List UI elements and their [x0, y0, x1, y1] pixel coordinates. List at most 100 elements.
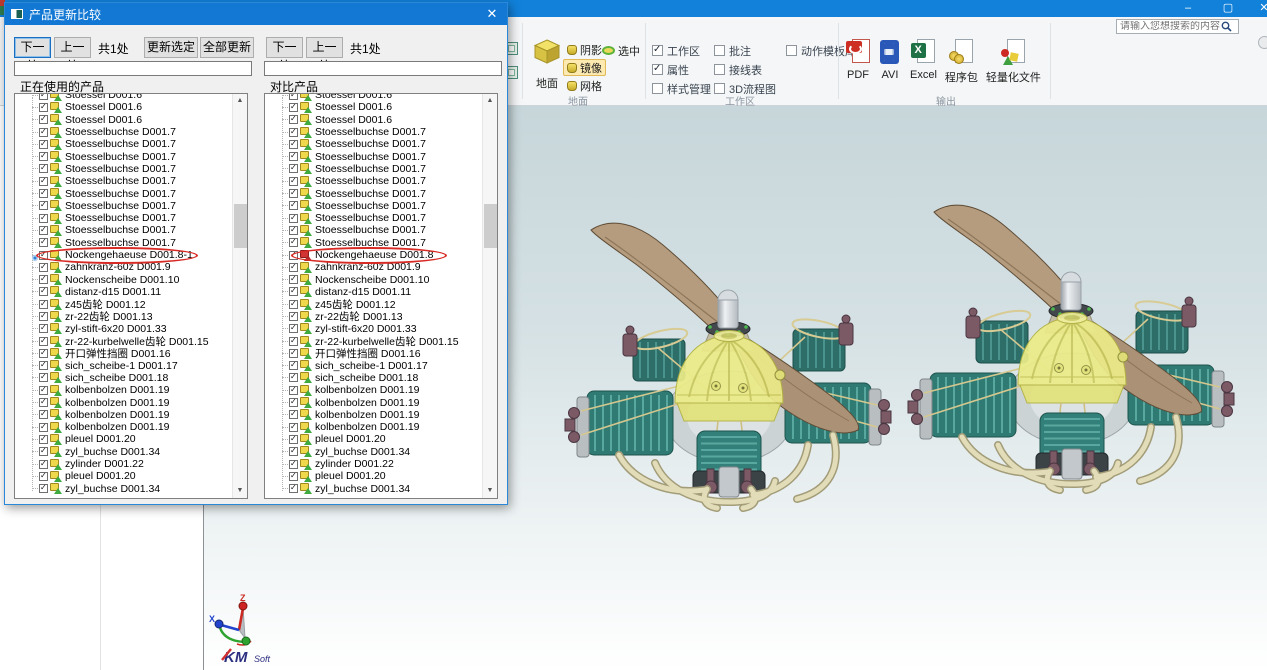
ground-small-button[interactable]: 网格	[563, 77, 606, 94]
workspace-checkbox[interactable]: 工作区	[652, 41, 714, 60]
item-checkbox[interactable]	[39, 373, 48, 382]
item-checkbox[interactable]	[289, 423, 298, 432]
output-button[interactable]: 轻量化文件	[982, 37, 1045, 95]
item-checkbox[interactable]	[39, 472, 48, 481]
scrollbar-left-list[interactable]: ▲ ▼	[232, 94, 247, 498]
item-checkbox[interactable]	[289, 152, 298, 161]
item-checkbox[interactable]	[289, 447, 298, 456]
scroll-down-icon[interactable]: ▼	[483, 484, 497, 498]
close-button[interactable]: ✕	[1256, 1, 1267, 16]
tree-item[interactable]: Stoesselbuchse D001.7	[265, 163, 482, 175]
item-checkbox[interactable]	[289, 275, 298, 284]
item-checkbox[interactable]	[289, 361, 298, 370]
item-checkbox[interactable]	[39, 337, 48, 346]
item-checkbox[interactable]	[39, 140, 48, 149]
tree-item[interactable]: kolbenbolzen D001.19	[15, 384, 232, 396]
current-product-tree[interactable]: Stoessel D001.6 Stoessel D001.6	[14, 93, 248, 499]
tree-item[interactable]: kolbenbolzen D001.19	[15, 396, 232, 408]
item-checkbox[interactable]	[289, 214, 298, 223]
tree-item[interactable]: Stoesselbuchse D001.7	[15, 224, 232, 236]
tree-item[interactable]: kolbenbolzen D001.19	[265, 421, 482, 433]
checkbox-icon[interactable]	[714, 45, 725, 56]
tree-item[interactable]: kolbenbolzen D001.19	[265, 409, 482, 421]
item-checkbox[interactable]	[289, 140, 298, 149]
tree-item[interactable]: 开口弹性挡圈 D001.16	[265, 347, 482, 359]
item-checkbox[interactable]	[39, 300, 48, 309]
engine-model-right[interactable]	[908, 205, 1234, 490]
tree-item[interactable]: zyl_buchse D001.34	[15, 483, 232, 495]
item-checkbox[interactable]	[289, 115, 298, 124]
minimize-button[interactable]: –	[1180, 1, 1196, 16]
checkbox-icon[interactable]	[652, 64, 663, 75]
tree-item[interactable]: 开口弹性挡圈 D001.16	[15, 347, 232, 359]
item-checkbox[interactable]	[289, 251, 298, 260]
tree-item[interactable]: zylinder D001.22	[15, 458, 232, 470]
tree-item[interactable]: Stoesselbuchse D001.7	[265, 150, 482, 162]
item-checkbox[interactable]	[289, 189, 298, 198]
item-checkbox[interactable]	[39, 460, 48, 469]
item-checkbox[interactable]	[289, 410, 298, 419]
scroll-thumb[interactable]	[234, 204, 247, 248]
item-checkbox[interactable]	[39, 386, 48, 395]
tree-item[interactable]: zyl_buchse D001.34	[15, 446, 232, 458]
tree-item[interactable]: zyl_buchse D001.34	[265, 483, 482, 495]
workspace-checkbox[interactable]: 属性	[652, 60, 714, 79]
tree-item[interactable]: Stoesselbuchse D001.7	[265, 187, 482, 199]
item-checkbox[interactable]	[289, 201, 298, 210]
tree-item[interactable]: kolbenbolzen D001.19	[15, 409, 232, 421]
tree-item[interactable]: Stoessel D001.6	[265, 93, 482, 101]
tree-item[interactable]: Stoesselbuchse D001.7	[265, 212, 482, 224]
item-checkbox[interactable]	[289, 312, 298, 321]
item-checkbox[interactable]	[39, 251, 48, 260]
item-checkbox[interactable]	[39, 275, 48, 284]
ground-small-button[interactable]: 镜像	[563, 59, 606, 76]
item-checkbox[interactable]	[289, 226, 298, 235]
compare-product-tree[interactable]: Stoessel D001.6 Stoessel D001.6	[264, 93, 498, 499]
scroll-up-icon[interactable]: ▲	[233, 94, 247, 108]
tree-item[interactable]: Stoesselbuchse D001.7	[15, 138, 232, 150]
tree-item[interactable]: sich_scheibe D001.18	[15, 372, 232, 384]
tree-item[interactable]: Nockengehaeuse D001.8	[265, 249, 482, 261]
output-button[interactable]: Excel	[906, 37, 941, 95]
item-checkbox[interactable]	[39, 484, 48, 493]
ribbon-search[interactable]	[1116, 19, 1239, 34]
tree-item[interactable]: zr-22齿轮 D001.13	[265, 310, 482, 322]
tree-item[interactable]: Stoessel D001.6	[15, 101, 232, 113]
tree-item[interactable]: zr-22齿轮 D001.13	[15, 310, 232, 322]
item-checkbox[interactable]	[39, 398, 48, 407]
item-checkbox[interactable]	[289, 103, 298, 112]
item-checkbox[interactable]	[39, 435, 48, 444]
item-checkbox[interactable]	[39, 324, 48, 333]
item-checkbox[interactable]	[39, 361, 48, 370]
item-checkbox[interactable]	[289, 238, 298, 247]
tree-item[interactable]: pleuel D001.20	[15, 433, 232, 445]
tree-item[interactable]: kolbenbolzen D001.19	[15, 421, 232, 433]
workspace-checkbox[interactable]: 接线表	[714, 60, 786, 79]
item-checkbox[interactable]	[289, 287, 298, 296]
tree-item[interactable]: Stoesselbuchse D001.7	[15, 200, 232, 212]
item-checkbox[interactable]	[289, 300, 298, 309]
item-checkbox[interactable]	[289, 484, 298, 493]
tree-item[interactable]: Stoesselbuchse D001.7	[15, 150, 232, 162]
item-checkbox[interactable]	[39, 103, 48, 112]
account-button[interactable]	[1258, 36, 1267, 49]
tree-item[interactable]: Nockengehaeuse D001.8-1	[15, 249, 232, 261]
filter-field-right[interactable]	[264, 61, 502, 76]
item-checkbox[interactable]	[289, 460, 298, 469]
item-checkbox[interactable]	[289, 349, 298, 358]
item-checkbox[interactable]	[39, 128, 48, 137]
prev-diff-button-right[interactable]: 上一处	[306, 37, 343, 58]
output-button[interactable]: PDF	[842, 37, 874, 95]
tree-item[interactable]: zahnkranz-60z D001.9	[15, 261, 232, 273]
tree-item[interactable]: sich_scheibe-1 D001.17	[265, 360, 482, 372]
tree-item[interactable]: Stoesselbuchse D001.7	[15, 237, 232, 249]
item-checkbox[interactable]	[39, 287, 48, 296]
tree-item[interactable]: zahnkranz-60z D001.9	[265, 261, 482, 273]
item-checkbox[interactable]	[289, 373, 298, 382]
tree-item[interactable]: kolbenbolzen D001.19	[265, 396, 482, 408]
item-checkbox[interactable]	[39, 164, 48, 173]
tree-item[interactable]: zylinder D001.22	[265, 458, 482, 470]
tree-item[interactable]: Stoesselbuchse D001.7	[265, 224, 482, 236]
next-diff-button-right[interactable]: 下一处	[266, 37, 303, 58]
update-all-button[interactable]: 全部更新	[200, 37, 254, 58]
